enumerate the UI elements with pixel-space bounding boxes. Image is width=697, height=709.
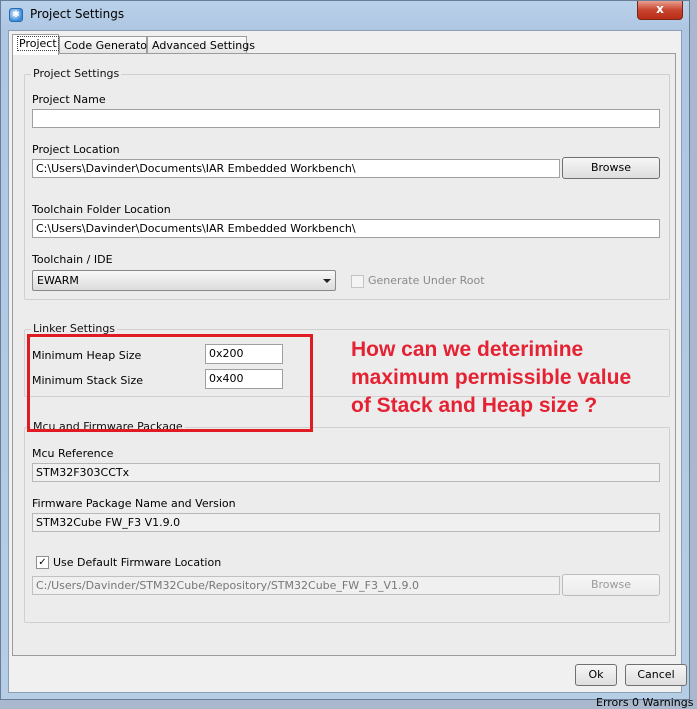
generate-under-root-label: Generate Under Root bbox=[368, 274, 485, 287]
annotation-line: of Stack and Heap size ? bbox=[351, 394, 598, 417]
use-default-firmware-label: Use Default Firmware Location bbox=[53, 556, 222, 569]
close-button[interactable]: x bbox=[637, 1, 683, 20]
chevron-down-icon bbox=[323, 279, 331, 283]
cancel-button[interactable]: Cancel bbox=[625, 664, 687, 686]
project-settings-dialog: ✱ Project Settings x Project Code Genera… bbox=[0, 0, 690, 700]
window-title: Project Settings bbox=[30, 7, 125, 21]
status-bar-text: Errors 0 Warnings 0 bbox=[596, 696, 697, 709]
generate-under-root-checkbox[interactable] bbox=[351, 275, 364, 288]
project-location-browse-button[interactable]: Browse bbox=[562, 157, 660, 179]
highlight-box bbox=[27, 334, 313, 432]
toolchain-ide-value: EWARM bbox=[37, 274, 79, 287]
project-name-input[interactable] bbox=[32, 109, 660, 128]
project-tab-panel: Project Settings Project Name Project Lo… bbox=[12, 53, 676, 656]
mcu-reference-field: STM32F303CCTx bbox=[32, 463, 660, 482]
project-name-label: Project Name bbox=[32, 93, 106, 106]
title-bar[interactable]: ✱ Project Settings x bbox=[1, 1, 689, 29]
ok-button[interactable]: Ok bbox=[575, 664, 617, 686]
dialog-client-area: Project Code Generator Advanced Settings… bbox=[8, 30, 687, 693]
use-default-firmware-checkbox[interactable]: ✓ bbox=[36, 556, 49, 569]
annotation-line: maximum permissible value bbox=[351, 366, 632, 389]
tab-advanced-settings[interactable]: Advanced Settings bbox=[147, 36, 255, 54]
toolchain-folder-input[interactable]: C:\Users\Davinder\Documents\IAR Embedded… bbox=[32, 219, 660, 238]
firmware-package-label: Firmware Package Name and Version bbox=[32, 497, 236, 510]
mcu-reference-label: Mcu Reference bbox=[32, 447, 114, 460]
group-title: Project Settings bbox=[31, 67, 122, 80]
toolchain-ide-select[interactable]: EWARM bbox=[32, 270, 336, 291]
app-icon: ✱ bbox=[9, 8, 23, 22]
project-settings-group: Project Settings Project Name Project Lo… bbox=[24, 67, 670, 300]
firmware-location-browse-button[interactable]: Browse bbox=[562, 574, 660, 596]
tab-code-generator[interactable]: Code Generator bbox=[59, 36, 152, 54]
toolchain-folder-label: Toolchain Folder Location bbox=[32, 203, 171, 216]
firmware-location-input[interactable]: C:/Users/Davinder/STM32Cube/Repository/S… bbox=[32, 576, 560, 595]
annotation-line: How can we deterimine bbox=[351, 338, 584, 361]
project-location-input[interactable]: C:\Users\Davinder\Documents\IAR Embedded… bbox=[32, 159, 560, 178]
project-location-label: Project Location bbox=[32, 143, 120, 156]
toolchain-ide-label: Toolchain / IDE bbox=[32, 253, 113, 266]
tab-project[interactable]: Project bbox=[12, 34, 59, 55]
annotation-text: How can we deterimine maximum permissibl… bbox=[351, 336, 681, 420]
mcu-firmware-group: Mcu and Firmware Package Mcu Reference S… bbox=[24, 420, 670, 623]
firmware-package-field: STM32Cube FW_F3 V1.9.0 bbox=[32, 513, 660, 532]
